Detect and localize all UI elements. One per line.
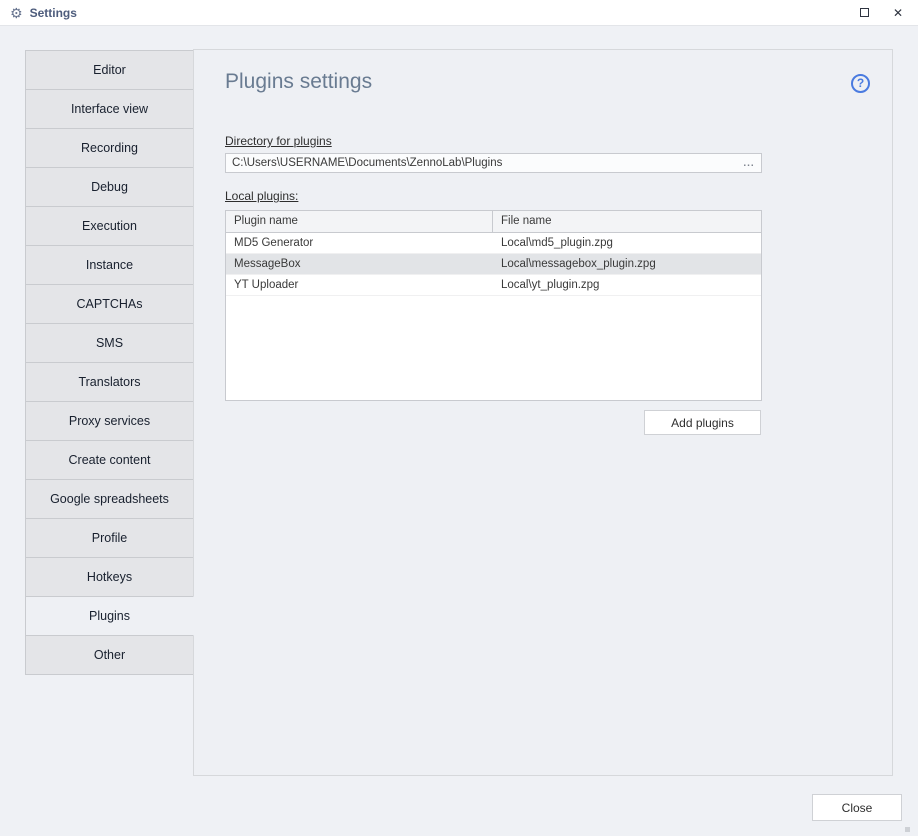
sidebar-item-recording[interactable]: Recording: [25, 128, 194, 168]
cell-file-name: Local\messagebox_plugin.zpg: [493, 254, 761, 274]
close-window-button[interactable]: ✕: [881, 0, 915, 25]
window-controls: ✕: [847, 0, 918, 25]
plugins-directory-field-wrap: ...: [225, 153, 762, 173]
sidebar-item-create-content[interactable]: Create content: [25, 440, 194, 480]
gear-icon: ⚙: [10, 6, 23, 20]
cell-plugin-name: YT Uploader: [226, 275, 493, 295]
local-plugins-label: Local plugins:: [225, 189, 298, 203]
resize-grip[interactable]: [905, 827, 910, 832]
cell-file-name: Local\md5_plugin.zpg: [493, 233, 761, 253]
cell-file-name: Local\yt_plugin.zpg: [493, 275, 761, 295]
close-icon: ✕: [893, 7, 903, 19]
page-title: Plugins settings: [225, 70, 372, 94]
sidebar-item-captchas[interactable]: CAPTCHAs: [25, 284, 194, 324]
table-row-yt-uploader[interactable]: YT Uploader Local\yt_plugin.zpg: [226, 275, 761, 296]
title-bar: ⚙ Settings ✕: [0, 0, 918, 26]
cell-plugin-name: MD5 Generator: [226, 233, 493, 253]
sidebar-item-plugins[interactable]: Plugins: [25, 596, 194, 636]
directory-for-plugins-label: Directory for plugins: [225, 134, 332, 148]
column-header-file-name[interactable]: File name: [493, 211, 761, 232]
browse-ellipsis-button[interactable]: ...: [737, 154, 761, 172]
maximize-button[interactable]: [847, 0, 881, 25]
column-header-plugin-name[interactable]: Plugin name: [226, 211, 493, 232]
sidebar-item-editor[interactable]: Editor: [25, 50, 194, 90]
table-row-messagebox[interactable]: MessageBox Local\messagebox_plugin.zpg: [226, 254, 761, 275]
sidebar-item-translators[interactable]: Translators: [25, 362, 194, 402]
sidebar-item-execution[interactable]: Execution: [25, 206, 194, 246]
cell-plugin-name: MessageBox: [226, 254, 493, 274]
sidebar-item-interface-view[interactable]: Interface view: [25, 89, 194, 129]
sidebar-item-google-spreadsheets[interactable]: Google spreadsheets: [25, 479, 194, 519]
sidebar-item-hotkeys[interactable]: Hotkeys: [25, 557, 194, 597]
window-title: Settings: [30, 6, 77, 20]
sidebar-item-profile[interactable]: Profile: [25, 518, 194, 558]
sidebar-item-other[interactable]: Other: [25, 635, 194, 675]
sidebar-item-sms[interactable]: SMS: [25, 323, 194, 363]
sidebar-item-proxy-services[interactable]: Proxy services: [25, 401, 194, 441]
add-plugins-button[interactable]: Add plugins: [644, 410, 761, 435]
local-plugins-table: Plugin name File name MD5 Generator Loca…: [225, 210, 762, 401]
close-button[interactable]: Close: [812, 794, 902, 821]
sidebar-item-debug[interactable]: Debug: [25, 167, 194, 207]
sidebar-item-instance[interactable]: Instance: [25, 245, 194, 285]
plugins-settings-panel: Plugins settings ? Directory for plugins…: [193, 49, 893, 776]
settings-window: ⚙ Settings ✕ Editor Interface view Recor…: [0, 0, 918, 836]
plugins-directory-input[interactable]: [226, 154, 737, 172]
settings-sidebar: Editor Interface view Recording Debug Ex…: [25, 50, 194, 675]
help-icon[interactable]: ?: [851, 74, 870, 93]
maximize-icon: [860, 8, 869, 17]
table-row-md5-generator[interactable]: MD5 Generator Local\md5_plugin.zpg: [226, 233, 761, 254]
table-header-row: Plugin name File name: [226, 211, 761, 233]
